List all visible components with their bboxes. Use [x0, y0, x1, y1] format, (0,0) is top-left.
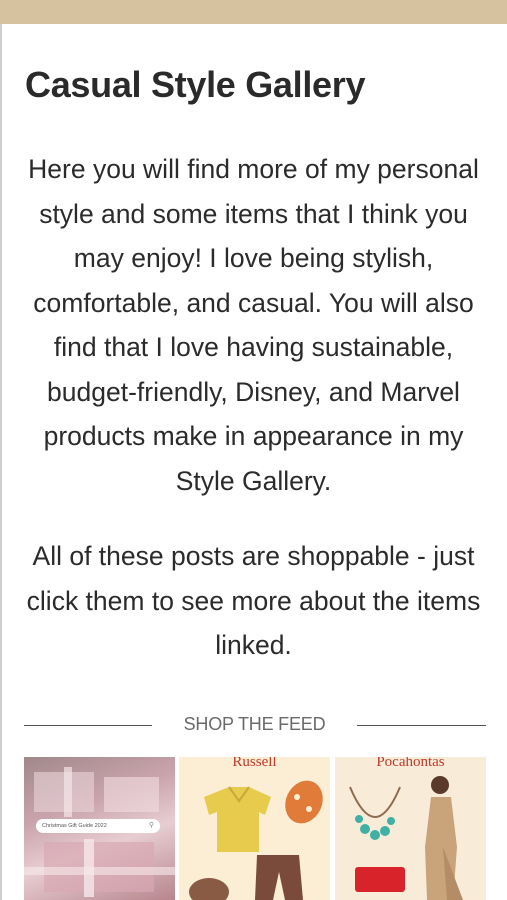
- gift-guide-search-text: Christmas Gift Guide 2022: [42, 823, 107, 829]
- feed-post-russell[interactable]: Russell: [179, 757, 330, 900]
- intro-paragraph: Here you will find more of my personal s…: [28, 154, 479, 496]
- divider-left: [24, 725, 152, 726]
- feed-post-pocahontas[interactable]: Pocahontas: [335, 757, 486, 900]
- outfit-collage-image: [349, 776, 463, 900]
- page-title: Casual Style Gallery: [25, 64, 366, 105]
- feed-heading: SHOP THE FEED: [183, 714, 326, 734]
- frame-edge: [0, 24, 2, 900]
- search-icon: ⚲: [148, 822, 154, 829]
- gift-guide-search-field: Christmas Gift Guide 2022 ⚲: [36, 819, 160, 833]
- outfit-collage-image: [189, 780, 323, 900]
- shoppable-note: All of these posts are shoppable - just …: [26, 541, 481, 660]
- feed-grid: Christmas Gift Guide 2022 ⚲ Russell Poca…: [24, 757, 486, 900]
- tile-label-pocahontas: Pocahontas: [376, 757, 445, 770]
- divider-right: [357, 725, 486, 726]
- tile-label-russell: Russell: [232, 757, 277, 770]
- top-bar: [0, 0, 507, 24]
- feed-post-gift-guide[interactable]: Christmas Gift Guide 2022 ⚲: [24, 757, 175, 900]
